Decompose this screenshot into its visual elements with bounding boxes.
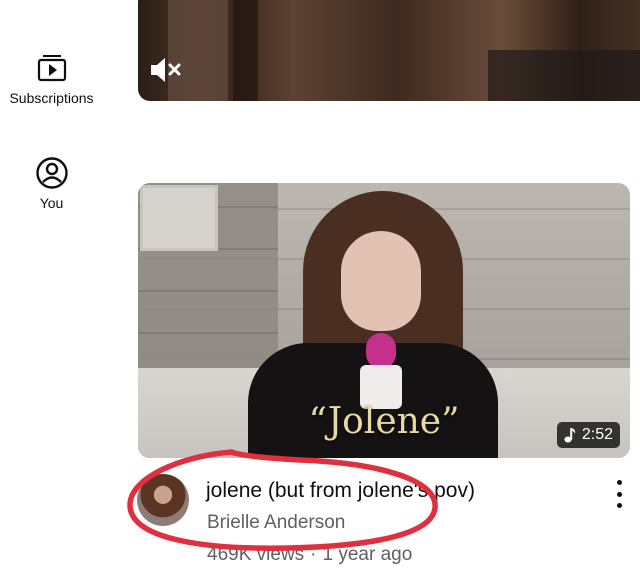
stats-separator: · bbox=[310, 544, 317, 565]
subscriptions-icon bbox=[34, 50, 70, 86]
nav-item-partial bbox=[38, 0, 68, 2]
video-stats: 469K views · 1 year ago bbox=[207, 544, 412, 566]
music-note-icon bbox=[564, 428, 576, 443]
channel-avatar[interactable] bbox=[137, 474, 189, 526]
video-thumbnail[interactable]: “Jolene” 2:52 bbox=[138, 183, 630, 458]
more-vert-icon[interactable] bbox=[608, 480, 630, 508]
previous-video-player[interactable] bbox=[138, 0, 640, 101]
thumbnail-microphone bbox=[366, 333, 396, 369]
duration-badge: 2:52 bbox=[556, 422, 620, 448]
video-title[interactable]: jolene (but from jolene's pov) bbox=[206, 479, 475, 503]
video-frame-detail bbox=[488, 50, 640, 101]
nav-item-you[interactable]: You bbox=[0, 155, 103, 211]
duration-text: 2:52 bbox=[581, 426, 613, 443]
nav-label-subscriptions: Subscriptions bbox=[9, 90, 94, 106]
view-count: 469K views bbox=[207, 544, 305, 565]
nav-label-you: You bbox=[39, 195, 64, 211]
channel-name[interactable]: Brielle Anderson bbox=[207, 512, 345, 534]
thumbnail-person bbox=[341, 231, 421, 331]
video-frame-detail bbox=[233, 0, 258, 101]
upload-age: 1 year ago bbox=[322, 544, 413, 565]
video-frame-detail bbox=[168, 0, 228, 101]
account-circle-icon bbox=[34, 155, 70, 191]
thumbnail-scene bbox=[140, 185, 218, 251]
muted-speaker-icon[interactable] bbox=[148, 56, 184, 84]
nav-item-subscriptions[interactable]: Subscriptions bbox=[0, 50, 103, 106]
